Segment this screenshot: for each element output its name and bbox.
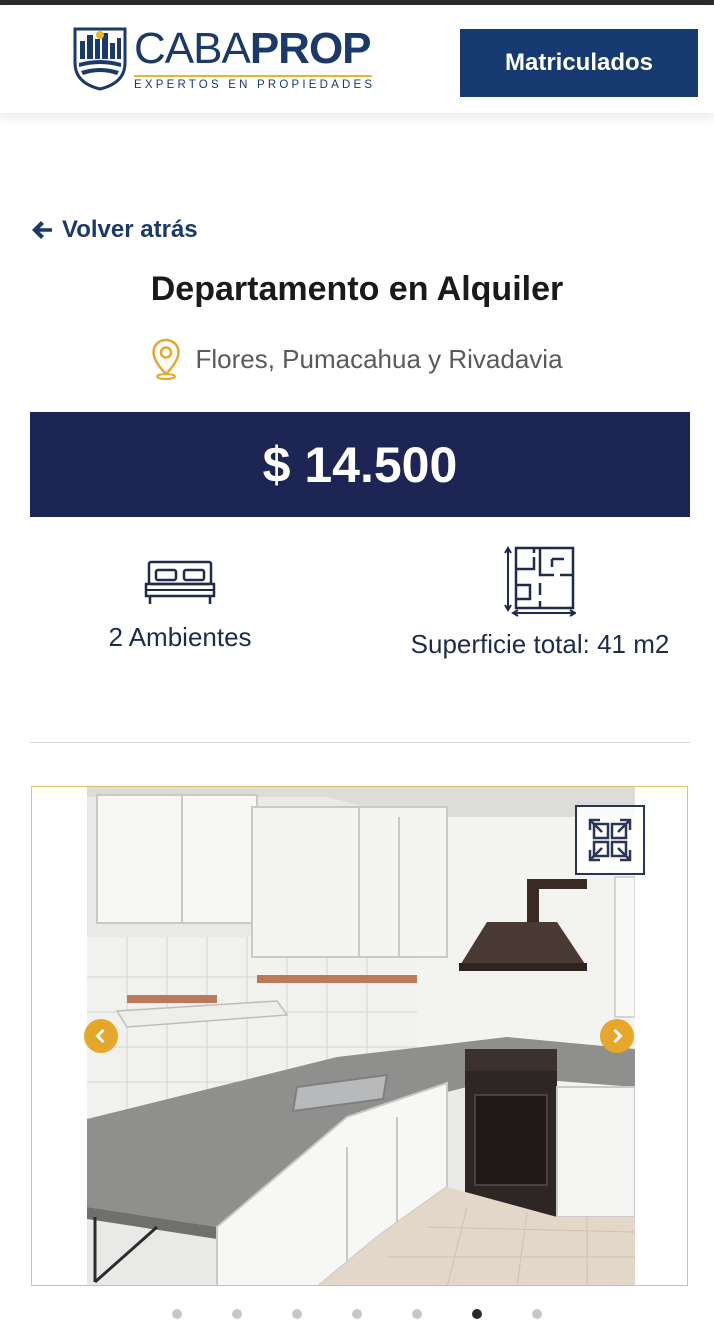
section-divider: [30, 742, 690, 743]
bed-icon: [144, 560, 216, 604]
arrow-left-icon: [32, 221, 52, 239]
logo-shield-icon: [73, 27, 127, 91]
feature-surface-label: Superficie total: 41 m2: [410, 629, 670, 659]
photo-gallery[interactable]: [31, 786, 688, 1286]
cabaprop-logo[interactable]: CABAPROP EXPERTOS EN PROPIEDADES: [72, 24, 382, 97]
pagination-dot-active[interactable]: [472, 1309, 482, 1319]
kitchen-photo-image: [87, 787, 635, 1285]
gallery-prev-button[interactable]: [84, 1019, 118, 1053]
pagination-dot[interactable]: [412, 1309, 422, 1319]
gallery-next-button[interactable]: [600, 1019, 634, 1053]
location-text: Flores, Pumacahua y Rivadavia: [195, 343, 563, 374]
property-title: Departamento en Alquiler: [150, 270, 564, 308]
property-location: Flores, Pumacahua y Rivadavia: [0, 338, 714, 380]
feature-rooms-label: 2 Ambientes: [108, 622, 252, 652]
logo-tagline: EXPERTOS EN PROPIEDADES: [134, 79, 376, 91]
gallery-pagination: [0, 1309, 714, 1319]
back-link-label: Volver atrás: [62, 216, 198, 243]
expand-icon: [588, 818, 632, 862]
feature-rooms: 2 Ambientes: [60, 560, 300, 658]
kitchen-photo[interactable]: [87, 787, 635, 1285]
logo-underline: [134, 75, 372, 77]
price-box: $ 14.500: [30, 412, 690, 517]
logo-wordmark: CABAPROP: [134, 24, 372, 73]
back-link[interactable]: Volver atrás: [30, 212, 198, 248]
chevron-right-icon: [613, 1028, 623, 1044]
chevron-left-icon: [95, 1028, 105, 1044]
pagination-dot[interactable]: [532, 1309, 542, 1319]
fullscreen-button[interactable]: [575, 805, 645, 875]
map-pin-icon: [152, 338, 181, 380]
pagination-dot[interactable]: [352, 1309, 362, 1319]
feature-surface: Superficie total: 41 m2: [400, 545, 680, 665]
pagination-dot[interactable]: [172, 1309, 182, 1319]
pagination-dot[interactable]: [232, 1309, 242, 1319]
floor-plan-icon: [504, 546, 576, 617]
site-header: CABAPROP EXPERTOS EN PROPIEDADES Matricu…: [0, 5, 714, 113]
price-value: $ 14.500: [262, 436, 458, 493]
matriculados-button[interactable]: Matriculados: [460, 29, 698, 97]
pagination-dot[interactable]: [292, 1309, 302, 1319]
